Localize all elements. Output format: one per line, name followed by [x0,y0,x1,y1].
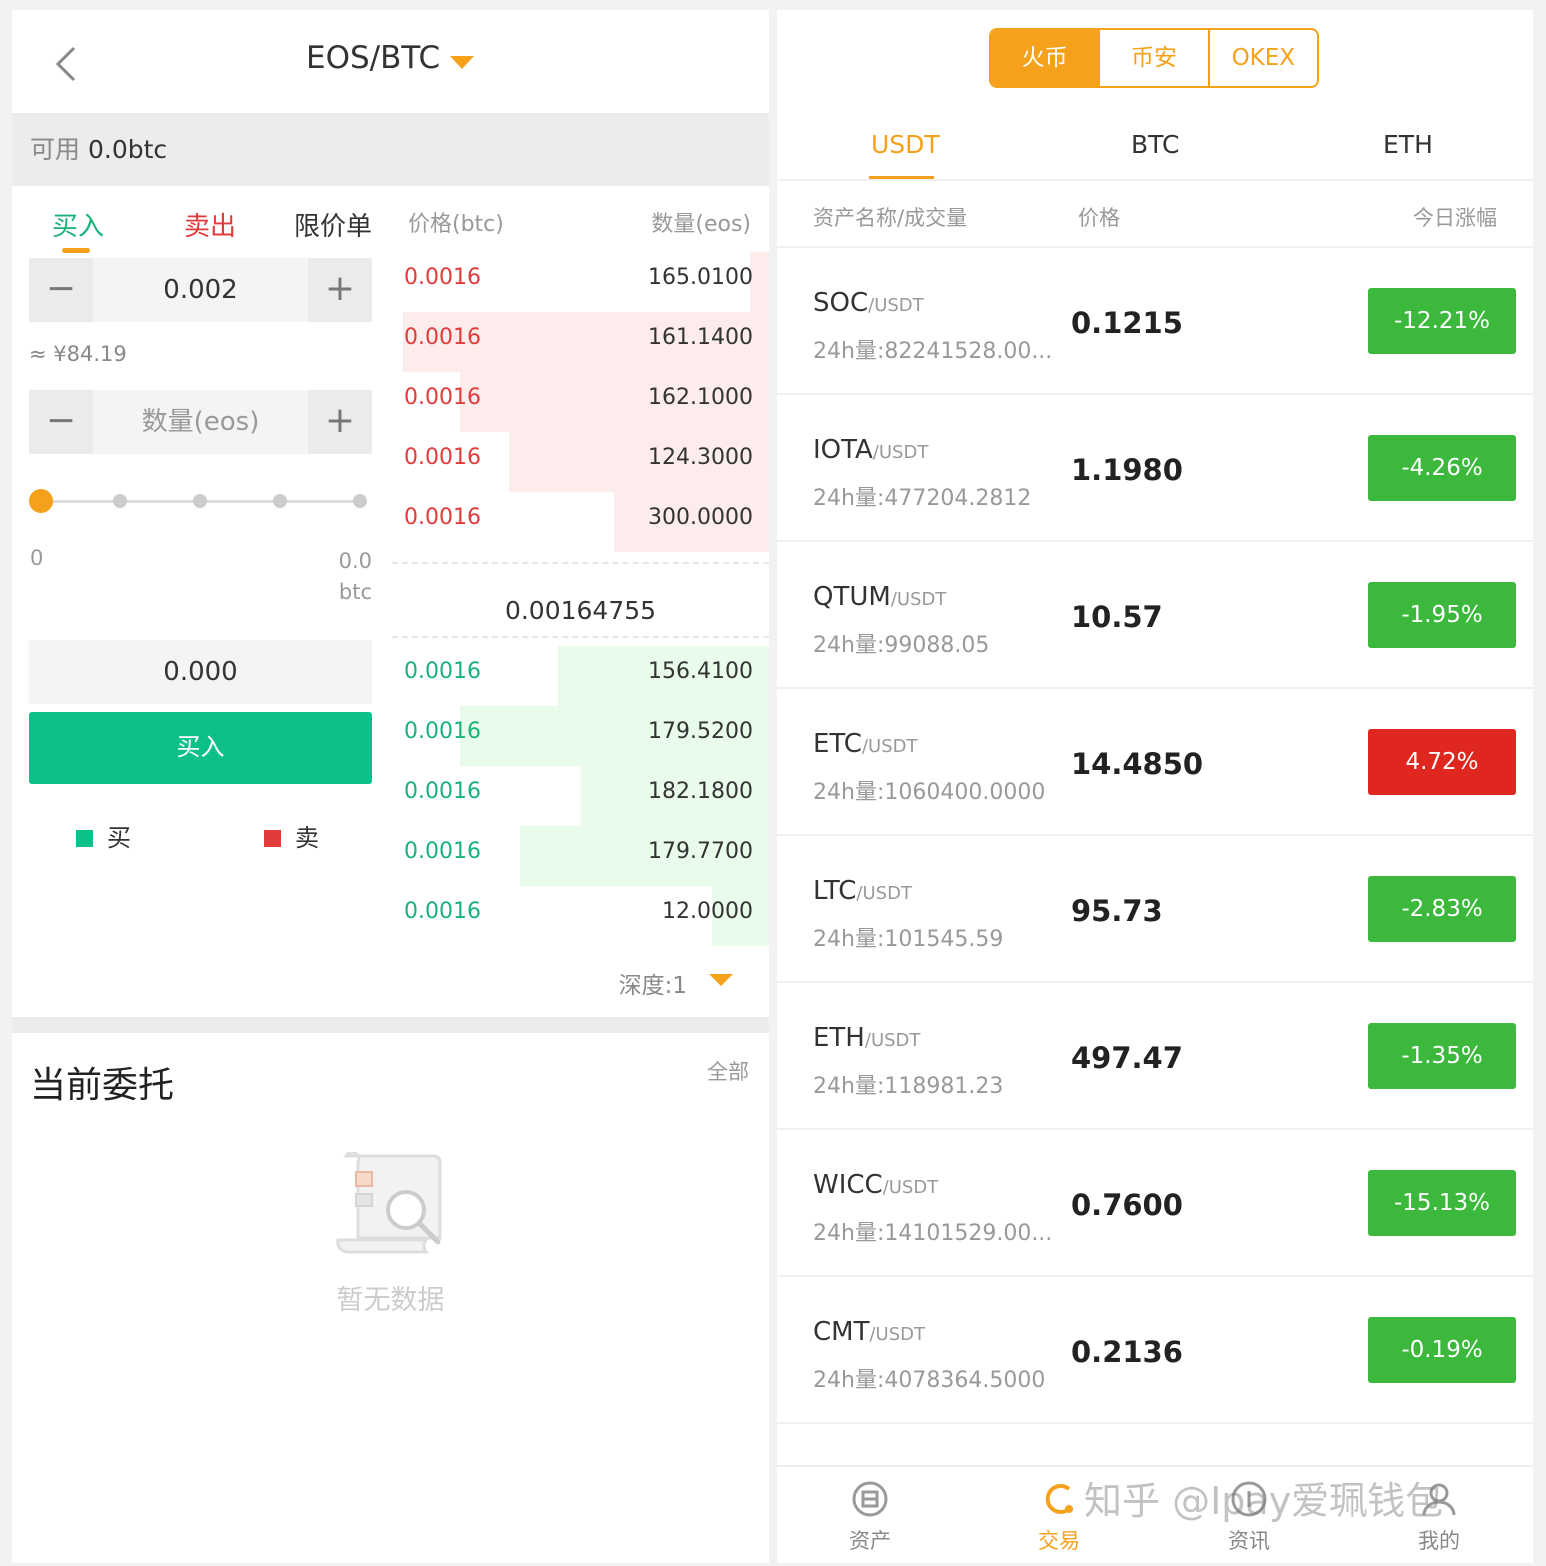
ask-row[interactable]: 0.0016 161.1400 [392,312,769,372]
sell-color-swatch [264,830,281,847]
watermark: 知乎 @Ipay爱珮钱包 [1084,1479,1444,1523]
legend-buy: 买 [76,818,131,853]
buy-button[interactable]: 买入 [29,712,372,784]
order-total: 0.000 [29,640,372,704]
bid-row[interactable]: 0.0016 179.7700 [392,826,769,886]
ask-row[interactable]: 0.0016 162.1000 [392,372,769,432]
back-arrow-icon[interactable] [52,44,82,84]
empty-state-text: 暂无数据 [336,1285,445,1316]
order-book: 价格(btc) 数量(eos) 0.0016 165.0100 0.0016 161… [392,186,769,1026]
book-divider [392,636,769,638]
column-header-price: 价格 [1078,206,1120,230]
book-divider [392,562,769,564]
quantity-input[interactable]: 数量(eos) [93,390,308,454]
change-badge[interactable]: -12.21% [1368,288,1516,354]
assets-icon [852,1481,888,1517]
exchange-selector: 火币 币安 OKEX [989,28,1319,88]
tab-btc[interactable]: BTC [1131,130,1179,159]
change-badge[interactable]: -4.26% [1368,435,1516,501]
order-form: 买入 卖出 限价单 − 0.002 + ≈ ¥84.19 − 数量(eos) +… [12,186,392,1026]
quantity-decrease-button[interactable]: − [29,390,93,454]
price-stepper: − 0.002 + [29,258,372,322]
market-row[interactable]: ETH/USDT 24h量:118981.23 497.47 -1.35% [777,983,1533,1130]
trade-panel: EOS/BTC 可用 0.0btc 买入 卖出 限价单 − 0.002 + ≈ … [12,10,769,1563]
quantity-increase-button[interactable]: + [308,390,372,454]
bid-row[interactable]: 0.0016 156.4100 [392,646,769,706]
section-separator [12,1017,769,1033]
buy-color-swatch [76,830,93,847]
change-badge[interactable]: -1.95% [1368,582,1516,648]
pair-dropdown-icon[interactable] [450,56,474,69]
trade-icon [1045,1484,1073,1514]
price-increase-button[interactable]: + [308,258,372,322]
open-orders-title: 当前委托 [30,1065,175,1106]
book-price-header: 价格(btc) [408,212,504,237]
empty-document-search-icon [336,1152,442,1254]
legend-sell: 卖 [264,818,319,853]
ask-row[interactable]: 0.0016 300.0000 [392,492,769,552]
bid-row[interactable]: 0.0016 179.5200 [392,706,769,766]
market-row[interactable]: LTC/USDT 24h量:101545.59 95.73 -2.83% [777,836,1533,983]
change-badge[interactable]: -0.19% [1368,1317,1516,1383]
all-orders-link[interactable]: 全部 [707,1056,749,1086]
ask-row[interactable]: 0.0016 165.0100 [392,252,769,312]
market-panel: 火币 币安 OKEX USDT BTC ETH 资产名称/成交量 价格 今日涨幅… [777,10,1533,1563]
price-approx-cny: ≈ ¥84.19 [29,342,127,366]
tab-assets[interactable]: 资产 [800,1467,940,1563]
quantity-stepper: − 数量(eos) + [29,390,372,454]
change-badge[interactable]: -2.83% [1368,876,1516,942]
ask-row[interactable]: 0.0016 124.3000 [392,432,769,492]
change-badge[interactable]: -15.13% [1368,1170,1516,1236]
bid-row[interactable]: 0.0016 12.0000 [392,886,769,946]
depth-selector[interactable]: 深度:1 [619,966,687,1000]
depth-dropdown-icon[interactable] [709,974,733,986]
slider-step-dot[interactable] [113,494,127,508]
market-row[interactable]: QTUM/USDT 24h量:99088.05 10.57 -1.95% [777,542,1533,689]
pair-title[interactable]: EOS/BTC [306,40,440,76]
market-row[interactable]: IOTA/USDT 24h量:477204.2812 1.1980 -4.26% [777,395,1533,542]
divider [777,179,1533,181]
bid-row[interactable]: 0.0016 182.1800 [392,766,769,826]
tab-sell[interactable]: 卖出 [184,206,236,243]
market-row[interactable]: ETC/USDT 24h量:1060400.0000 14.4850 4.72% [777,689,1533,836]
change-badge[interactable]: -1.35% [1368,1023,1516,1089]
slider-max-label: 0.0 btc [338,549,372,604]
last-price: 0.00164755 [504,596,657,625]
column-header-change: 今日涨幅 [1413,206,1497,230]
slider-step-dot[interactable] [193,494,207,508]
market-row[interactable]: WICC/USDT 24h量:14101529.00... 0.7600 -15.13… [777,1130,1533,1277]
tab-eth[interactable]: ETH [1383,130,1433,159]
tab-usdt[interactable]: USDT [871,130,940,159]
slider-step-dot[interactable] [353,494,367,508]
slider-step-dot[interactable] [273,494,287,508]
nav-bar: EOS/BTC [12,10,769,113]
tab-buy[interactable]: 买入 [52,206,104,243]
order-type-limit[interactable]: 限价单 [294,206,372,243]
exchange-tab-huobi[interactable]: 火币 [991,30,1099,86]
price-input[interactable]: 0.002 [93,258,308,322]
column-header-name: 资产名称/成交量 [813,206,968,230]
slider-min-label: 0 [30,546,44,570]
active-tab-indicator [62,248,90,253]
price-decrease-button[interactable]: − [29,258,93,322]
exchange-tab-okex[interactable]: OKEX [1207,30,1317,86]
available-balance: 可用 0.0btc [12,113,769,186]
market-row[interactable]: SOC/USDT 24h量:82241528.00... 0.1215 -12.21% [777,248,1533,395]
market-row[interactable]: CMT/USDT 24h量:4078364.5000 0.2136 -0.19% [777,1277,1533,1424]
book-qty-header: 数量(eos) [651,212,751,237]
change-badge[interactable]: 4.72% [1368,729,1516,795]
exchange-tab-binance[interactable]: 币安 [1098,30,1207,86]
amount-slider-handle[interactable] [29,489,53,513]
